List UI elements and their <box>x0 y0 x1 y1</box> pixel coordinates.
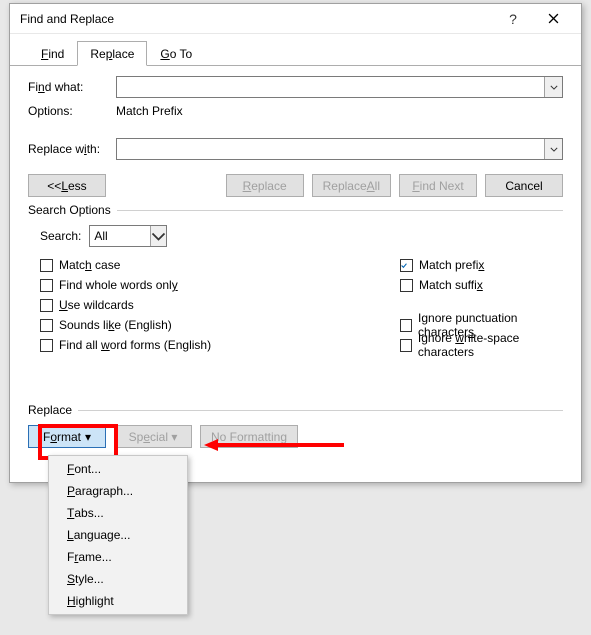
find-what-label: Find what: <box>28 80 116 94</box>
tab-strip: Find Replace Go To <box>10 40 581 66</box>
close-button[interactable] <box>533 5 573 33</box>
find-replace-dialog: Find and Replace ? Find Replace Go To Fi… <box>9 3 582 483</box>
cancel-button[interactable]: Cancel <box>485 174 563 197</box>
match-suffix-checkbox[interactable]: Match suffix <box>400 275 563 295</box>
help-button[interactable]: ? <box>493 5 533 33</box>
menu-frame[interactable]: Frame... <box>49 546 187 568</box>
dialog-title: Find and Replace <box>20 12 493 26</box>
find-what-input[interactable] <box>116 76 563 98</box>
chevron-down-icon <box>550 147 558 152</box>
replace-button[interactable]: Replace <box>226 174 304 197</box>
find-what-dropdown[interactable] <box>544 77 562 97</box>
menu-tabs[interactable]: Tabs... <box>49 502 187 524</box>
replace-section-label: Replace <box>28 403 78 417</box>
menu-font[interactable]: Font... <box>49 458 187 480</box>
replace-all-button[interactable]: Replace All <box>312 174 391 197</box>
match-case-checkbox[interactable]: Match case <box>40 255 400 275</box>
chevron-down-icon <box>151 232 166 241</box>
menu-highlight[interactable]: Highlight <box>49 590 187 612</box>
titlebar: Find and Replace ? <box>10 4 581 34</box>
menu-style[interactable]: Style... <box>49 568 187 590</box>
tab-replace[interactable]: Replace <box>77 41 147 66</box>
options-label: Options: <box>28 104 116 118</box>
tab-goto[interactable]: Go To <box>147 41 205 66</box>
close-icon <box>548 13 559 24</box>
sounds-like-checkbox[interactable]: Sounds like (English) <box>40 315 400 335</box>
format-button[interactable]: Format▾ <box>28 425 106 448</box>
ignore-whitespace-checkbox[interactable]: Ignore white-space characters <box>400 335 563 355</box>
search-options-label: Search Options <box>28 203 117 217</box>
find-next-button[interactable]: Find Next <box>399 174 477 197</box>
options-value: Match Prefix <box>116 104 183 118</box>
word-forms-checkbox[interactable]: Find all word forms (English) <box>40 335 400 355</box>
replace-with-label: Replace with: <box>28 142 116 156</box>
match-prefix-checkbox[interactable]: Match prefix <box>400 255 563 275</box>
chevron-down-icon <box>550 85 558 90</box>
menu-language[interactable]: Language... <box>49 524 187 546</box>
tab-find[interactable]: Find <box>28 41 77 66</box>
whole-words-checkbox[interactable]: Find whole words only <box>40 275 400 295</box>
search-direction-label: Search: <box>40 229 81 243</box>
format-dropdown-menu: Font... Paragraph... Tabs... Language...… <box>48 455 188 615</box>
wildcards-checkbox[interactable]: Use wildcards <box>40 295 400 315</box>
special-button[interactable]: Special ▾ <box>114 425 192 448</box>
replace-with-dropdown[interactable] <box>544 139 562 159</box>
search-direction-select[interactable]: All <box>89 225 167 247</box>
replace-with-input[interactable] <box>116 138 563 160</box>
menu-paragraph[interactable]: Paragraph... <box>49 480 187 502</box>
less-button[interactable]: << Less <box>28 174 106 197</box>
no-formatting-button[interactable]: No Formatting <box>200 425 298 448</box>
